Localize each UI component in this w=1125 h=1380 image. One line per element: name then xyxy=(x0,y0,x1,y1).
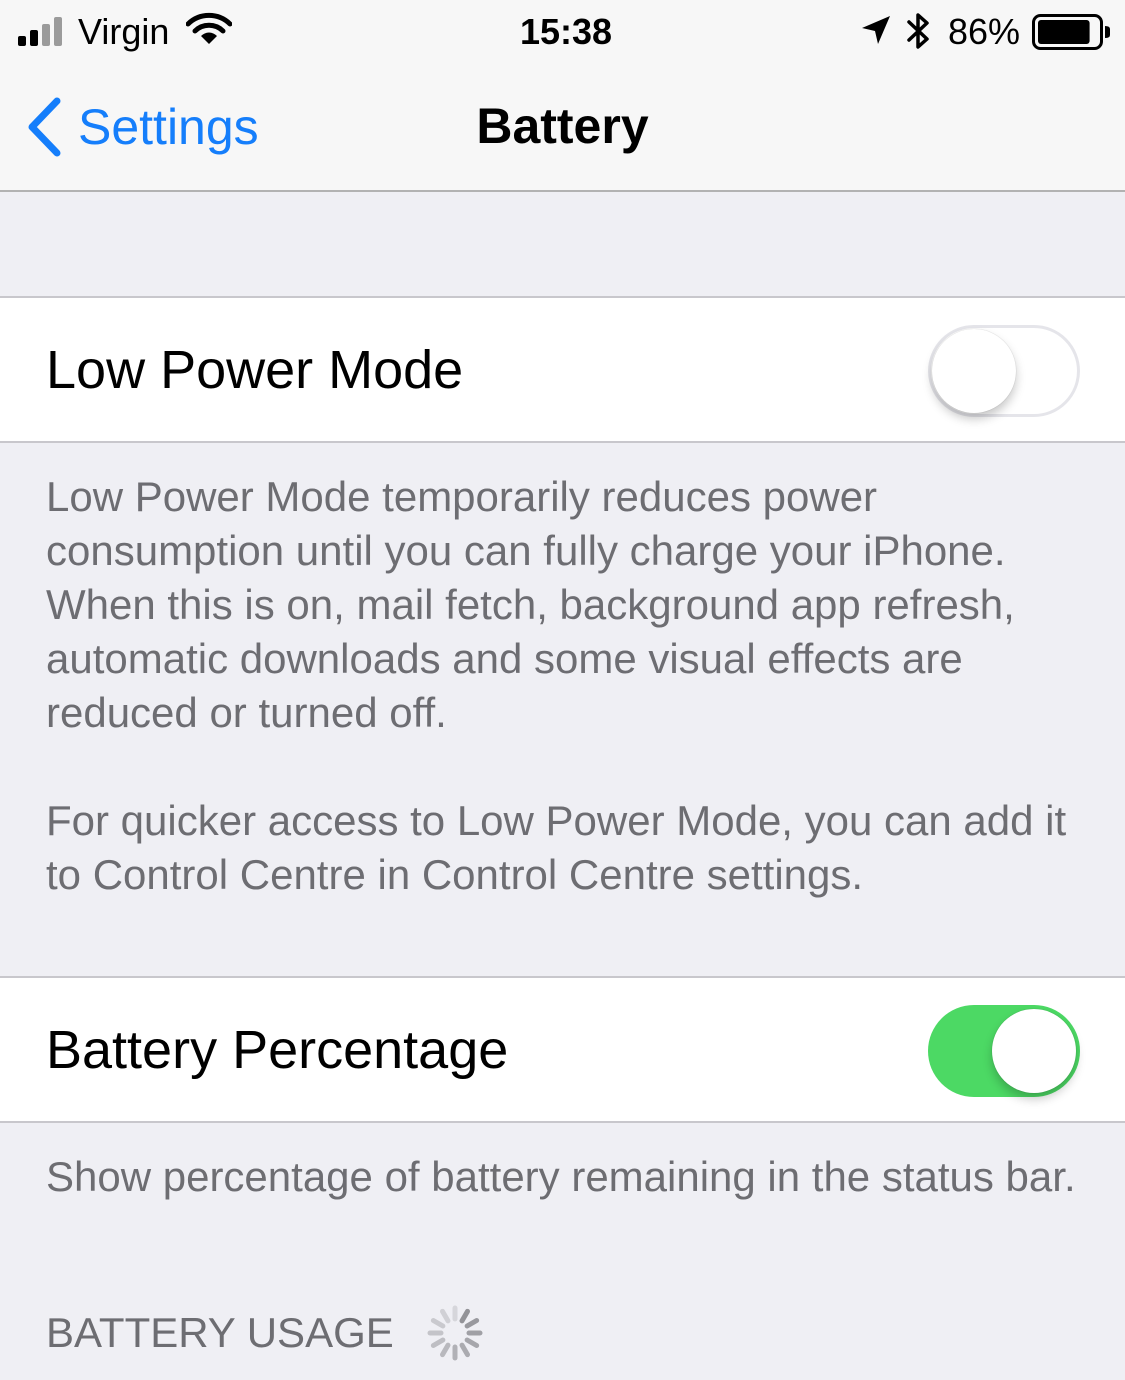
control-centre-hint: For quicker access to Low Power Mode, yo… xyxy=(46,797,1067,898)
navigation-bar: Settings Battery xyxy=(0,64,1125,192)
battery-icon xyxy=(1032,14,1110,50)
battery-percentage-toggle[interactable] xyxy=(928,1005,1080,1097)
low-power-mode-toggle[interactable] xyxy=(928,325,1080,417)
spinner-spoke xyxy=(464,1318,479,1329)
spinner-spoke xyxy=(464,1337,479,1348)
battery-percentage-description: Show percentage of battery remaining in … xyxy=(46,1153,1076,1200)
toggle-knob xyxy=(932,329,1016,413)
bluetooth-icon xyxy=(907,13,929,49)
low-power-mode-label: Low Power Mode xyxy=(46,340,464,400)
battery-usage-title: BATTERY USAGE xyxy=(46,1309,394,1356)
status-bar: Virgin 15:38 86% xyxy=(0,0,1125,64)
spinner-spoke xyxy=(430,1337,446,1348)
top-bar: Virgin 15:38 86% Settings Battery xyxy=(0,0,1125,192)
spinner-spoke xyxy=(459,1308,470,1324)
page-title: Battery xyxy=(476,98,649,154)
spinner-spoke xyxy=(439,1342,451,1358)
location-arrow-icon xyxy=(862,16,890,44)
battery-percent-text: 86% xyxy=(948,11,1021,52)
battery-settings-screen: Virgin 15:38 86% Settings Battery Low Po… xyxy=(0,0,1125,1380)
toggle-knob xyxy=(992,1009,1076,1093)
spinner-icon xyxy=(427,1305,483,1361)
battery-percentage-label: Battery Percentage xyxy=(46,1020,509,1080)
spinner-spoke xyxy=(439,1308,451,1324)
low-power-mode-description: Low Power Mode temporarily reduces power… xyxy=(46,473,1015,736)
battery-usage-header: BATTERY USAGE xyxy=(46,1302,486,1364)
spinner-spoke xyxy=(459,1342,470,1358)
battery-percentage-cell: Battery Percentage xyxy=(0,976,1125,1123)
low-power-mode-cell: Low Power Mode xyxy=(0,296,1125,443)
spinner-spoke xyxy=(430,1318,446,1329)
